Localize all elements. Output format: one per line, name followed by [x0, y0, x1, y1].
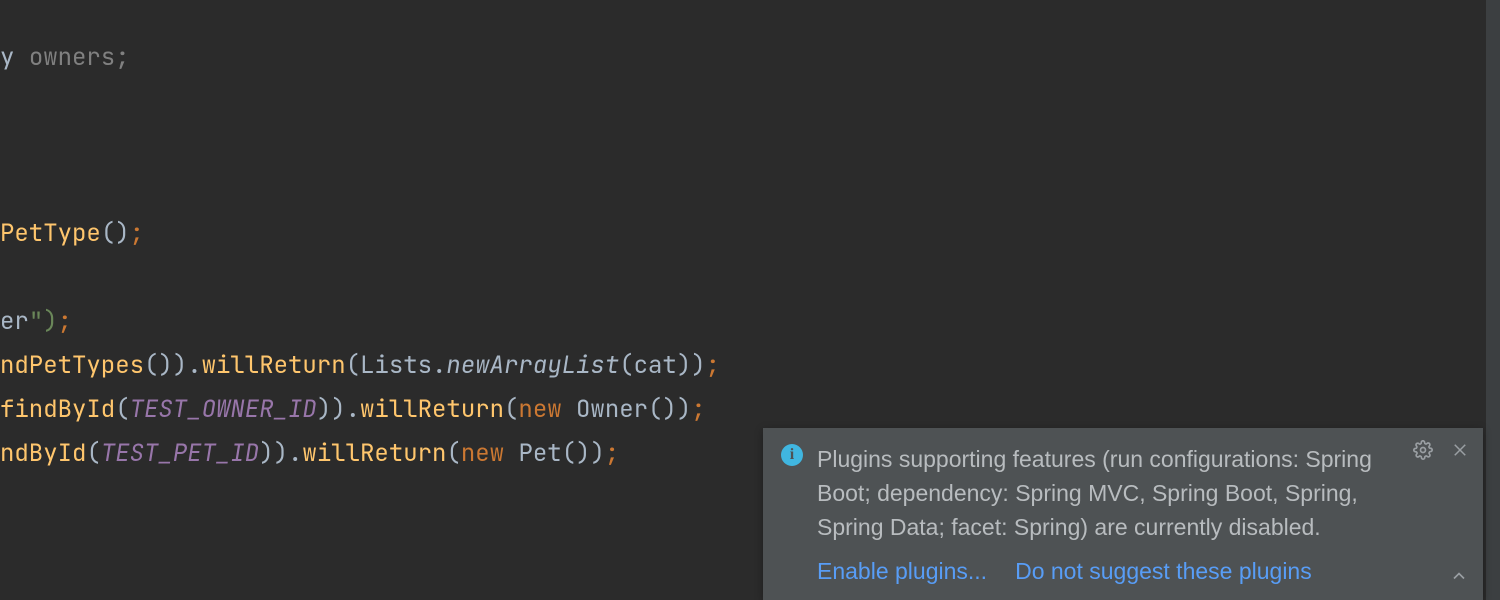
code-token: (: [346, 350, 360, 381]
code-line[interactable]: ndPetTypes()).willReturn(Lists.newArrayL…: [0, 344, 1484, 388]
code-token: )).: [317, 394, 360, 425]
code-line[interactable]: PetType();: [0, 212, 1484, 256]
code-token: (cat)): [619, 350, 705, 381]
notification-message: Plugins supporting features (run configu…: [817, 442, 1465, 544]
code-token: willReturn: [360, 394, 504, 425]
code-token: .: [432, 350, 446, 381]
code-token: ndPetTypes: [0, 350, 144, 381]
do-not-suggest-link[interactable]: Do not suggest these plugins: [1015, 554, 1312, 588]
code-token: Owner: [576, 394, 648, 425]
code-token: new: [461, 438, 519, 469]
code-token: TEST_PET_ID: [101, 438, 259, 469]
gear-icon[interactable]: [1413, 440, 1433, 460]
code-token: (: [86, 438, 100, 469]
code-token: willReturn: [302, 438, 446, 469]
code-token: (: [115, 394, 129, 425]
code-token: )).: [259, 438, 302, 469]
code-token: owners;: [29, 42, 130, 73]
code-token: Lists: [360, 350, 432, 381]
chevron-up-icon[interactable]: [1449, 566, 1469, 586]
code-token: y: [0, 42, 29, 73]
plugin-notification: i Plugins supporting features (run confi…: [763, 428, 1483, 600]
code-token: ()): [562, 438, 605, 469]
code-token: ;: [58, 306, 72, 337]
info-icon: i: [781, 444, 803, 466]
code-token: (: [504, 394, 518, 425]
code-token: "): [29, 306, 58, 337]
code-line[interactable]: [0, 124, 1484, 168]
vertical-scrollbar[interactable]: [1486, 0, 1500, 600]
code-token: Pet: [518, 438, 561, 469]
code-token: willReturn: [202, 350, 346, 381]
code-line[interactable]: [0, 256, 1484, 300]
code-token: ()).: [144, 350, 202, 381]
code-line[interactable]: y owners;: [0, 36, 1484, 80]
code-token: er: [0, 306, 29, 337]
code-token: (: [446, 438, 460, 469]
code-token: ()): [648, 394, 691, 425]
code-token: ;: [130, 218, 144, 249]
code-token: ;: [706, 350, 720, 381]
code-token: new: [518, 394, 576, 425]
close-icon[interactable]: [1451, 441, 1469, 459]
code-token: ndById: [0, 438, 86, 469]
enable-plugins-link[interactable]: Enable plugins...: [817, 554, 987, 588]
code-token: ;: [605, 438, 619, 469]
code-token: ;: [691, 394, 705, 425]
code-token: newArrayList: [446, 350, 619, 381]
code-token: TEST_OWNER_ID: [130, 394, 317, 425]
code-token: findById: [0, 394, 115, 425]
code-token: PetType: [0, 218, 101, 249]
code-token: (): [101, 218, 130, 249]
code-line[interactable]: [0, 80, 1484, 124]
code-line[interactable]: findById(TEST_OWNER_ID)).willReturn(new …: [0, 388, 1484, 432]
code-line[interactable]: [0, 168, 1484, 212]
code-line[interactable]: er");: [0, 300, 1484, 344]
